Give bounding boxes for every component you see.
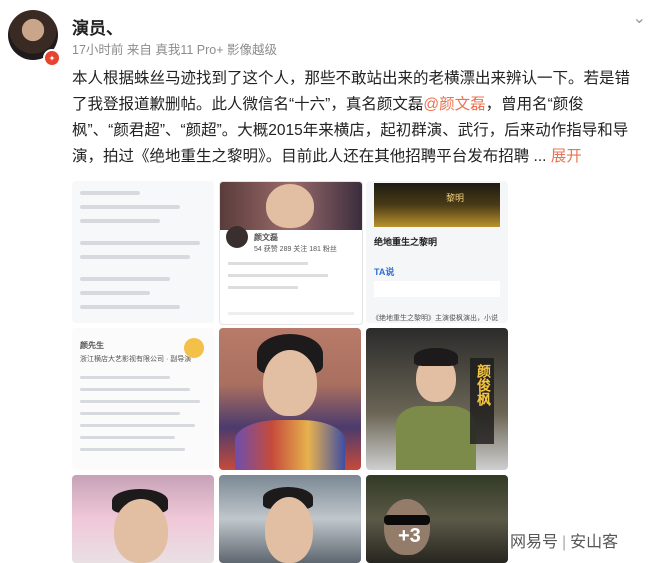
profile-name: 颜文磊 (254, 233, 278, 242)
card-brand: TA说 (374, 267, 395, 277)
weibo-post: ✦ 演员、 17小时前 来自 真我11 Pro+ 影像越级 ⌄ 本人根据蛛丝马迹… (0, 0, 660, 563)
image-4[interactable]: 颜先生 浙江横店大艺影视有限公司 · 副导演 (72, 328, 214, 470)
image-1[interactable] (72, 181, 214, 323)
watermark: 网易号 | 安山客 (510, 534, 619, 551)
watermark-right: 安山客 (570, 534, 619, 551)
card2-company: 浙江横店大艺影视有限公司 · 副导演 (80, 356, 192, 363)
image-2[interactable]: 颜文磊 54 获赞 289 关注 181 粉丝 (219, 181, 363, 325)
image-3[interactable]: 黎明 绝地重生之黎明 TA说 《绝地重生之黎明》主演俊枫演出，小说 (366, 181, 508, 323)
username[interactable]: 演员、 (72, 14, 123, 39)
post-meta: 17小时前 来自 真我11 Pro+ 影像越级 (72, 43, 278, 57)
image-8[interactable] (219, 475, 361, 563)
profile-stats: 54 获赞 289 关注 181 粉丝 (254, 246, 337, 253)
watermark-left: 网易号 (510, 534, 559, 551)
image-5[interactable] (219, 328, 361, 470)
card2-name: 颜先生 (80, 341, 104, 350)
poster-text: 黎明 (446, 193, 465, 203)
post-text: 本人根据蛛丝马迹找到了这个人，那些不敢站出来的老横漂出来辨认一下。若是错了我登报… (72, 66, 640, 170)
mention-link[interactable]: @颜文磊 (423, 96, 485, 113)
verified-badge-icon: ✦ (43, 49, 61, 67)
image-7[interactable] (72, 475, 214, 563)
image-6[interactable]: 颜俊枫 (366, 328, 508, 470)
chevron-down-icon[interactable]: ⌄ (633, 8, 646, 28)
card-caption: 《绝地重生之黎明》主演俊枫演出，小说 (372, 315, 498, 322)
image-grid: 颜文磊 54 获赞 289 关注 181 粉丝 黎明 绝地重生之黎明 TA说 《… (72, 181, 512, 563)
card-title: 绝地重生之黎明 (374, 237, 438, 247)
expand-link[interactable]: 展开 (551, 148, 582, 165)
poster-vertical-text: 颜俊枫 (476, 364, 492, 406)
image-9[interactable]: +3 (366, 475, 508, 563)
more-images-count[interactable]: +3 (398, 525, 421, 548)
